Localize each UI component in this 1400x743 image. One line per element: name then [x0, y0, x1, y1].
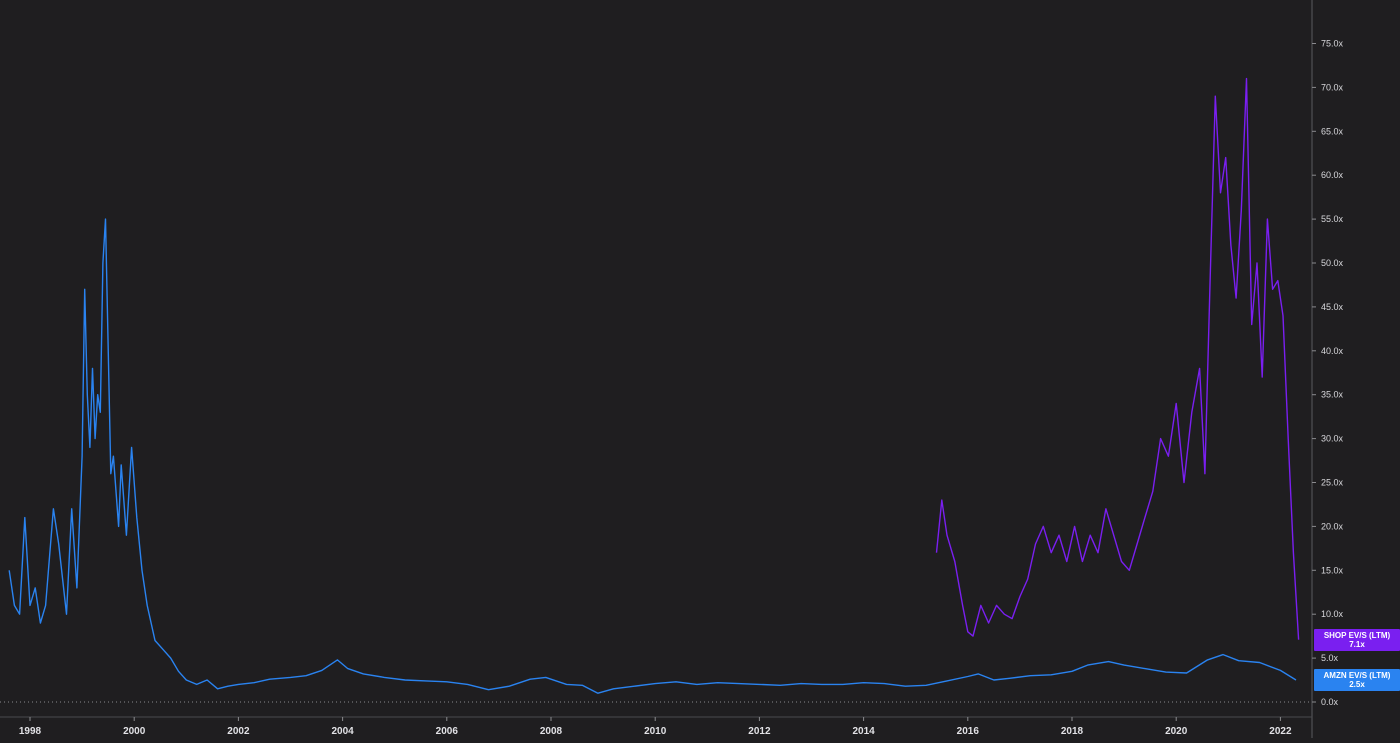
- y-tick-label: 50.0x: [1321, 258, 1344, 268]
- x-tick-label: 2008: [540, 726, 563, 737]
- y-tick-label: 40.0x: [1321, 346, 1344, 356]
- shop-tag-value: 7.1x: [1349, 640, 1365, 649]
- y-tick-label: 70.0x: [1321, 82, 1344, 92]
- y-tick-label: 60.0x: [1321, 170, 1344, 180]
- shop-tag-name: SHOP EV/S (LTM): [1324, 631, 1391, 640]
- y-tick-label: 30.0x: [1321, 434, 1344, 444]
- x-tick-label: 2016: [957, 726, 980, 737]
- x-tick-label: 2018: [1061, 726, 1084, 737]
- chart-container: 0.0x 5.0x 10.0x 15.0x 20.0x 25.0x 30.0x 35.0x 40…: [0, 0, 1400, 738]
- y-tick-label: 75.0x: [1321, 39, 1344, 49]
- y-tick-label: 45.0x: [1321, 302, 1344, 312]
- y-tick-label: 20.0x: [1321, 521, 1344, 531]
- y-tick-label: 10.0x: [1321, 609, 1344, 619]
- x-tick-label: 2014: [852, 726, 875, 737]
- chart-background: [0, 0, 1400, 738]
- x-tick-label: 2002: [227, 726, 250, 737]
- x-tick-label: 1998: [19, 726, 42, 737]
- y-tick-label: 0.0x: [1321, 697, 1339, 707]
- x-tick-label: 2006: [436, 726, 459, 737]
- x-tick-label: 2010: [644, 726, 667, 737]
- amzn-tag-name: AMZN EV/S (LTM): [1324, 671, 1391, 680]
- x-tick-label: 2000: [123, 726, 146, 737]
- x-tick-label: 2004: [331, 726, 354, 737]
- y-tick-label: 15.0x: [1321, 565, 1344, 575]
- y-tick-label: 65.0x: [1321, 126, 1344, 136]
- ev-sales-chart: 0.0x 5.0x 10.0x 15.0x 20.0x 25.0x 30.0x 35.0x 40…: [0, 0, 1400, 738]
- x-tick-label: 2022: [1269, 726, 1292, 737]
- y-tick-label: 35.0x: [1321, 390, 1344, 400]
- y-tick-label: 25.0x: [1321, 478, 1344, 488]
- amzn-tag-value: 2.5x: [1349, 680, 1365, 689]
- y-tick-label: 55.0x: [1321, 214, 1344, 224]
- x-tick-label: 2012: [748, 726, 771, 737]
- x-tick-label: 2020: [1165, 726, 1188, 737]
- y-tick-label: 5.0x: [1321, 653, 1339, 663]
